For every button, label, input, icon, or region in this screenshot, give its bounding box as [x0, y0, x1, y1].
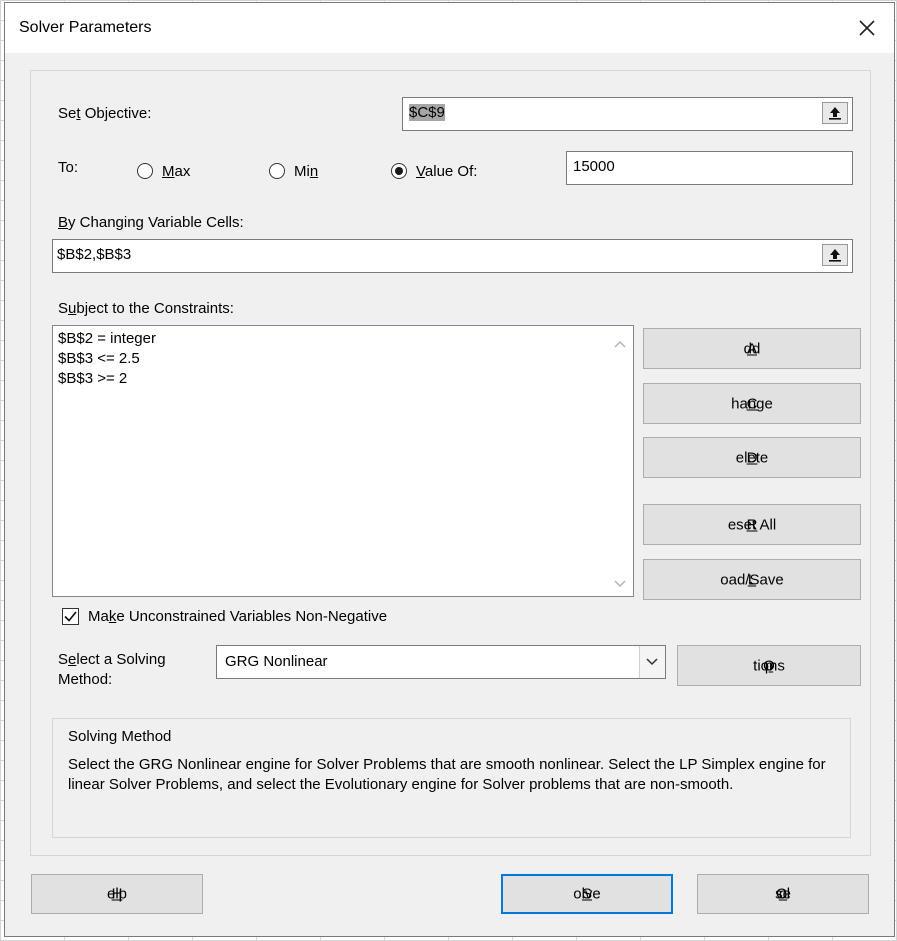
constraints-list[interactable]: $B$2 = integer $B$3 <= 2.5 $B$3 >= 2	[52, 325, 634, 597]
objective-cell-value: $C$9	[409, 104, 445, 121]
changing-cells-value: $B$2,$B$3	[57, 246, 132, 263]
solving-method-title: Solving Method	[68, 728, 172, 745]
dialog-title: Solver Parameters	[19, 19, 152, 36]
value-of-input[interactable]: 15000	[566, 151, 853, 185]
reset-all-button[interactable]: Reset All	[643, 504, 861, 545]
add-button[interactable]: Add	[643, 328, 861, 369]
solving-method-value: GRG Nonlinear	[225, 653, 328, 670]
changing-cells-label: By Changing Variable Cells:	[58, 214, 244, 231]
solving-method-label-line2: Method:	[58, 671, 113, 688]
min-radio[interactable]	[269, 163, 285, 179]
range-select-icon[interactable]	[822, 102, 848, 124]
change-button[interactable]: Change	[643, 383, 861, 424]
close-icon[interactable]	[850, 11, 884, 45]
close-button[interactable]: Cl o se	[697, 874, 869, 914]
max-label: Max	[162, 163, 191, 180]
constraint-item[interactable]: $B$2 = integer	[53, 329, 633, 349]
dropdown-chevron-icon[interactable]	[639, 646, 665, 678]
delete-button[interactable]: Delete	[643, 437, 861, 478]
value-of-label: Value Of:	[416, 163, 478, 180]
scroll-up-icon[interactable]	[613, 336, 627, 348]
constraints-label: Subject to the Constraints:	[58, 300, 234, 317]
value-of-radio[interactable]	[391, 163, 407, 179]
objective-cell-input[interactable]: $C$9	[402, 97, 853, 131]
to-label: To:	[58, 159, 79, 176]
solving-method-select[interactable]: GRG Nonlinear	[216, 645, 666, 679]
min-label: Min	[294, 163, 319, 180]
constraint-item[interactable]: $B$3 >= 2	[53, 369, 633, 389]
help-button[interactable]: Help	[31, 874, 203, 914]
constraint-item[interactable]: $B$3 <= 2.5	[53, 349, 633, 369]
scroll-down-icon[interactable]	[613, 576, 627, 587]
solve-button[interactable]: Solve	[501, 874, 673, 914]
options-button[interactable]: Op tions	[677, 645, 861, 686]
nonnegative-checkbox[interactable]	[62, 608, 79, 625]
set-objective-label: Set Objective:	[58, 105, 152, 122]
checkmark-icon	[64, 611, 77, 622]
solver-parameters-dialog: Solver Parameters Set Objective: $C$9 To…	[4, 2, 895, 937]
range-select-icon[interactable]	[822, 244, 848, 266]
max-radio[interactable]	[137, 163, 153, 179]
solving-method-description: Select the GRG Nonlinear engine for Solv…	[68, 756, 826, 793]
parameters-panel: Set Objective: $C$9 To: Max Min Value Of…	[30, 70, 871, 856]
nonnegative-label: Make Unconstrained Variables Non-Negativ…	[88, 608, 388, 625]
solving-method-label-line1: Select a Solving	[58, 651, 166, 668]
value-of-text: 15000	[573, 158, 615, 175]
load-save-button[interactable]: Load/Save	[643, 559, 861, 600]
solving-method-group: Solving Method Select the GRG Nonlinear …	[52, 718, 851, 838]
title-bar: Solver Parameters	[5, 3, 894, 53]
changing-cells-input[interactable]: $B$2,$B$3	[52, 239, 853, 273]
